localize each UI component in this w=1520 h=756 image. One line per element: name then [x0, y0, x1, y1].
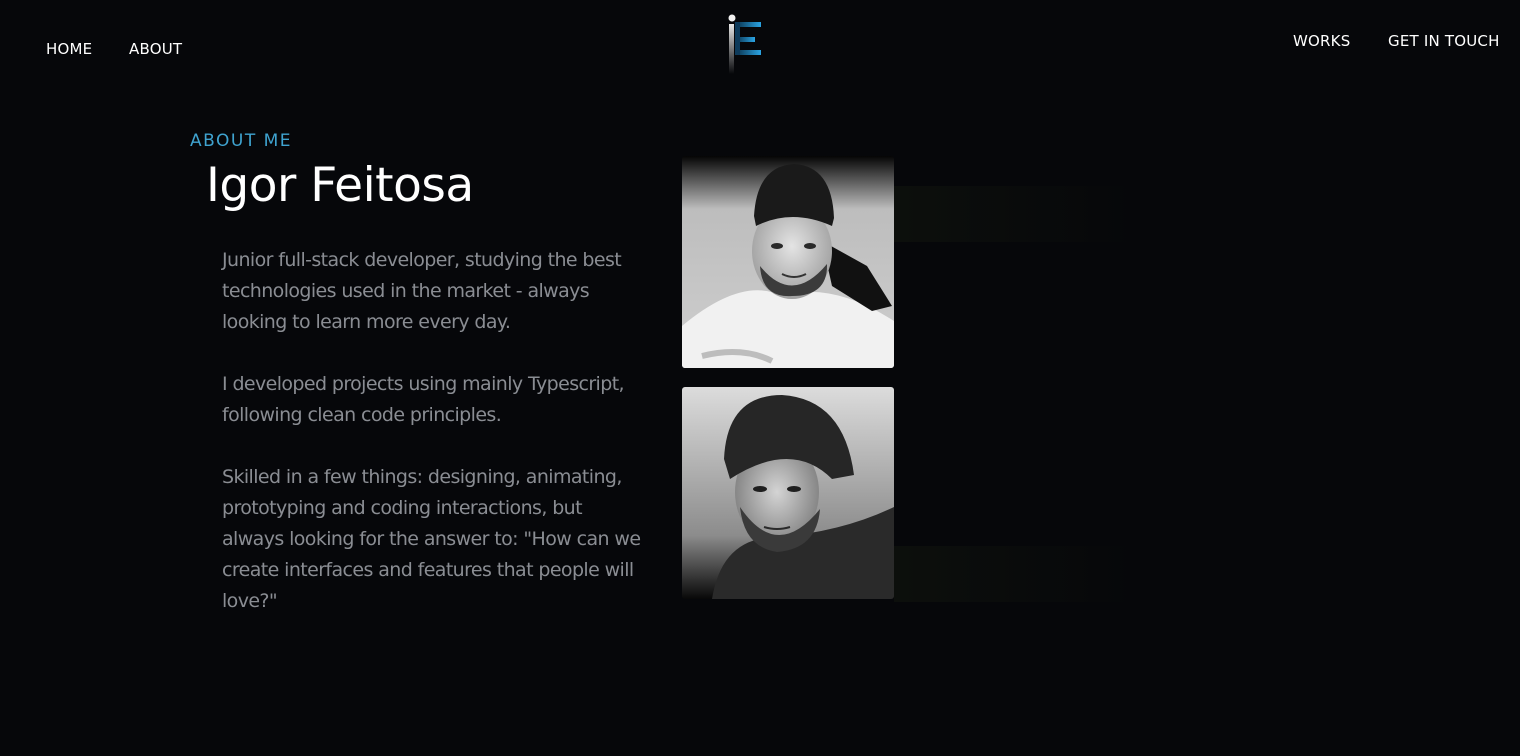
profile-photo — [682, 156, 894, 368]
profile-photo — [682, 387, 894, 599]
decorative-glow — [894, 546, 1134, 602]
nav-works-link[interactable]: WORKS — [1293, 32, 1350, 50]
decorative-glow — [894, 186, 1134, 242]
page: HOME ABOUT WORKS GET IN TOUCH ABOUT ME I… — [0, 0, 1520, 756]
bio-paragraph-1: Junior full-stack developer, studying th… — [222, 249, 622, 333]
nav-get-in-touch-link[interactable]: GET IN TOUCH — [1388, 32, 1500, 50]
page-title: Igor Feitosa — [206, 158, 474, 213]
logo-icon[interactable] — [725, 14, 765, 76]
bio-paragraph-2: I developed projects using mainly Typesc… — [222, 373, 625, 426]
section-eyebrow: ABOUT ME — [190, 131, 293, 151]
bio-paragraph-3: Skilled in a few things: designing, anim… — [222, 466, 641, 612]
nav-about-link[interactable]: ABOUT — [129, 40, 182, 58]
nav-home-link[interactable]: HOME — [46, 40, 92, 58]
